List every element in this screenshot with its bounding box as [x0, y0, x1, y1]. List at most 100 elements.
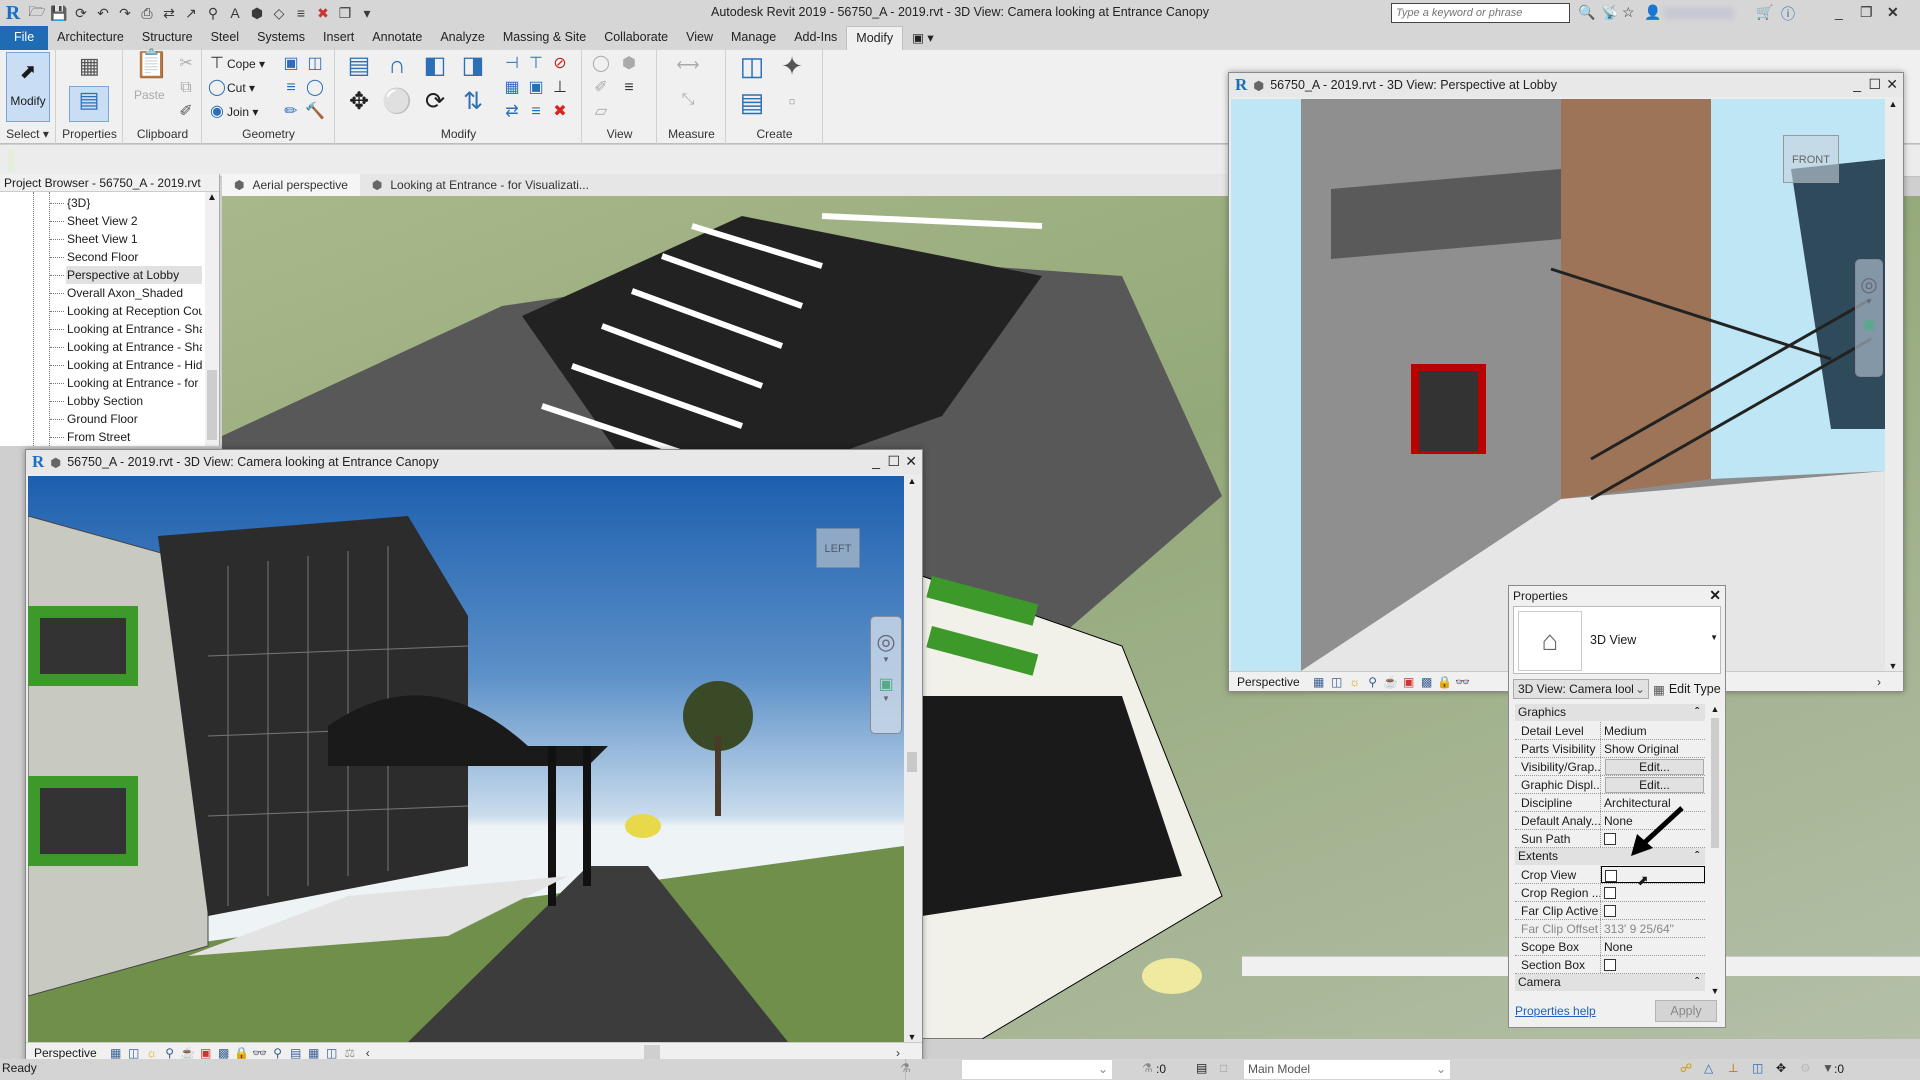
- aligned-dimension-icon[interactable]: ⤡: [668, 90, 708, 110]
- pick-to-edit-icon[interactable]: ▱: [591, 102, 611, 122]
- demolish-icon[interactable]: ≡: [281, 78, 301, 98]
- tab-insert[interactable]: Insert: [314, 26, 363, 50]
- array-icon[interactable]: ▦: [502, 78, 522, 98]
- hide-in-view-icon[interactable]: ◯: [591, 54, 611, 74]
- join-button[interactable]: ◉ Join ▾: [207, 102, 258, 122]
- scroll-down-icon[interactable]: ▼: [1885, 661, 1901, 671]
- scroll-down-icon[interactable]: ▼: [1709, 986, 1721, 996]
- scroll-thumb[interactable]: [1711, 718, 1719, 848]
- minimize-icon[interactable]: _: [1853, 76, 1861, 92]
- shadows-icon[interactable]: ⚲: [1364, 675, 1382, 689]
- checkbox[interactable]: [1604, 959, 1616, 971]
- reveal-constraints-icon[interactable]: ⚖: [341, 1046, 359, 1060]
- scroll-thumb[interactable]: [207, 370, 217, 440]
- paste-button[interactable]: 📋 Paste: [134, 50, 169, 103]
- lock-3d-view-icon[interactable]: 🔒: [233, 1046, 251, 1060]
- project-browser-item[interactable]: Ground Floor: [66, 410, 202, 428]
- scroll-up-icon[interactable]: ▲: [205, 192, 219, 203]
- measure-icon[interactable]: ⇄: [159, 4, 179, 22]
- hammer-icon[interactable]: 🔨: [305, 102, 325, 122]
- maximize-icon[interactable]: ☐: [887, 453, 900, 470]
- trim-extend-corner-icon[interactable]: ⇅: [458, 90, 488, 120]
- view-projection-label[interactable]: Perspective: [26, 1046, 107, 1060]
- chevron-down-icon[interactable]: ▼: [1856, 297, 1882, 306]
- project-browser-item[interactable]: {3D}: [66, 194, 202, 212]
- tab-systems[interactable]: Systems: [248, 26, 314, 50]
- editable-only-icon[interactable]: ⚗: [900, 1061, 911, 1075]
- view-range-icon[interactable]: ≡: [619, 78, 639, 98]
- cope-button[interactable]: ⊤ Cope ▾: [207, 54, 265, 74]
- properties-toggle-button[interactable]: ▤: [69, 86, 109, 122]
- tab-architecture[interactable]: Architecture: [48, 26, 133, 50]
- design-options-icon[interactable]: ▤: [1196, 1061, 1207, 1075]
- project-browser-item[interactable]: Overall Axon_Shaded: [66, 284, 202, 302]
- create-similar-icon[interactable]: ▫: [775, 92, 809, 122]
- edit-button[interactable]: Edit...: [1605, 777, 1704, 793]
- text-icon[interactable]: A: [225, 4, 245, 22]
- tab-manage[interactable]: Manage: [722, 26, 785, 50]
- close-icon[interactable]: ✕: [1886, 76, 1898, 93]
- project-browser-item[interactable]: Lobby Section: [66, 392, 202, 410]
- project-browser-item[interactable]: Looking at Entrance - Sha: [66, 338, 202, 356]
- user-icon[interactable]: 👤: [1644, 4, 1661, 21]
- tab-massing-site[interactable]: Massing & Site: [494, 26, 595, 50]
- property-checkbox[interactable]: [1601, 866, 1705, 883]
- offset-icon[interactable]: ∩: [382, 54, 412, 84]
- crop-view-icon[interactable]: ▣: [1400, 675, 1418, 689]
- property-checkbox[interactable]: [1601, 902, 1705, 919]
- camera-view-window[interactable]: R ⬢ 56750_A - 2019.rvt - 3D View: Camera…: [25, 449, 923, 1063]
- tab-collaborate[interactable]: Collaborate: [595, 26, 677, 50]
- override-graphics-icon[interactable]: ⬢: [619, 54, 639, 74]
- worksets-icon[interactable]: ⚗: [1142, 1061, 1153, 1075]
- open-icon[interactable]: 🗁: [27, 3, 47, 22]
- show-crop-region-icon[interactable]: ▩: [215, 1046, 233, 1060]
- create-group-icon[interactable]: ▤: [735, 89, 769, 122]
- tab-modify[interactable]: Modify: [846, 26, 904, 50]
- close-hidden-icon[interactable]: ✖: [313, 4, 333, 22]
- tab-file[interactable]: File: [0, 26, 49, 50]
- linework-icon[interactable]: ✐: [591, 78, 611, 98]
- minimize-icon[interactable]: _: [1835, 4, 1843, 20]
- create-parts-icon[interactable]: ✦: [775, 53, 809, 86]
- modify-button[interactable]: ⬈ Modify: [6, 52, 50, 122]
- scroll-right-icon[interactable]: ›: [1877, 675, 1881, 689]
- rendering-icon[interactable]: ☕: [1382, 675, 1400, 689]
- edit-button[interactable]: Edit...: [1605, 759, 1704, 775]
- mirror-pick-axis-icon[interactable]: ◧: [420, 54, 450, 84]
- camera-window-titlebar[interactable]: R ⬢ 56750_A - 2019.rvt - 3D View: Camera…: [26, 450, 922, 474]
- active-only-icon[interactable]: □: [1220, 1061, 1227, 1075]
- close-icon[interactable]: ✕: [1887, 4, 1899, 21]
- vertical-scrollbar[interactable]: ▲ ▼: [1885, 99, 1901, 671]
- property-value[interactable]: Show Original: [1601, 740, 1705, 757]
- zoom-region-icon[interactable]: ▣: [1856, 316, 1882, 333]
- contextual-tab-dropdown[interactable]: ▣ ▾: [903, 26, 943, 50]
- edit-type-button[interactable]: ▦ Edit Type: [1653, 679, 1721, 699]
- binoculars-icon[interactable]: 🔍: [1578, 4, 1595, 21]
- temporary-hide-icon[interactable]: 👓: [1454, 675, 1472, 689]
- chevron-down-icon[interactable]: ▼: [871, 694, 901, 703]
- customize-icon[interactable]: ▾: [357, 4, 377, 22]
- search-input[interactable]: [1391, 3, 1570, 23]
- visual-style-icon[interactable]: ▦: [1310, 675, 1328, 689]
- properties-scrollbar[interactable]: ▲ ▼: [1709, 704, 1721, 996]
- scroll-up-icon[interactable]: ▲: [904, 476, 920, 486]
- design-option-dropdown[interactable]: Main Model ⌄: [1244, 1060, 1450, 1079]
- property-checkbox[interactable]: [1601, 884, 1705, 901]
- steering-wheel-icon[interactable]: ◎: [871, 629, 901, 655]
- temporary-view-properties-icon[interactable]: ▤: [287, 1046, 305, 1060]
- select-underlay-icon[interactable]: △: [1704, 1061, 1713, 1075]
- project-browser-item[interactable]: Looking at Reception Cou: [66, 302, 202, 320]
- pin-icon[interactable]: ⊥: [550, 78, 570, 98]
- move-icon[interactable]: ✥: [344, 90, 374, 120]
- graphic-display-icon[interactable]: ◫: [1328, 675, 1346, 689]
- viewcube[interactable]: LEFT: [816, 528, 860, 568]
- scroll-left-icon[interactable]: ‹: [359, 1046, 377, 1060]
- close-icon[interactable]: ✕: [905, 453, 917, 470]
- graphic-display-icon[interactable]: ◫: [125, 1046, 143, 1060]
- save-icon[interactable]: 💾: [49, 4, 69, 22]
- cut-geometry-button[interactable]: ◯ Cut ▾: [207, 78, 255, 98]
- show-analytical-model-icon[interactable]: ▦: [305, 1046, 323, 1060]
- trim-extend-single-icon[interactable]: ⇄: [502, 102, 522, 122]
- restore-icon[interactable]: ❐: [1860, 4, 1873, 21]
- collapse-icon[interactable]: ˆ: [1695, 974, 1699, 991]
